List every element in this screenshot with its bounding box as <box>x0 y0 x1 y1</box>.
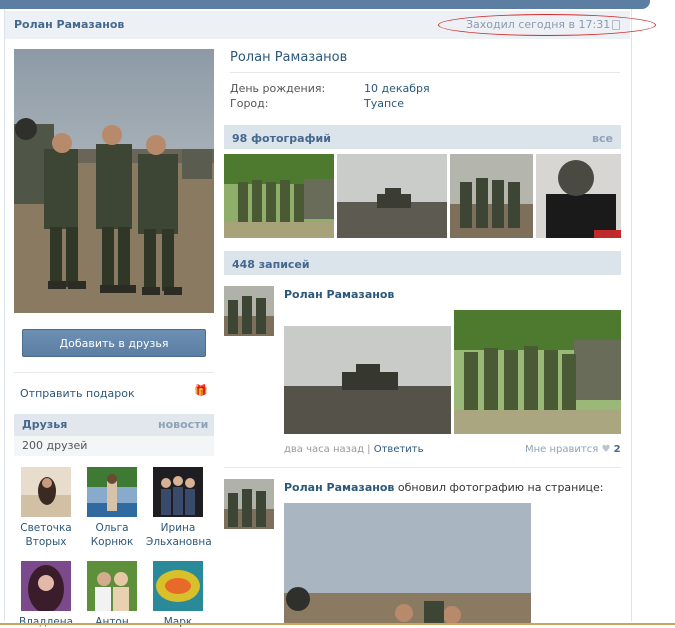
friend-last-name[interactable]: Вторых <box>14 535 78 549</box>
bottom-border <box>0 623 675 625</box>
divider <box>230 72 620 73</box>
like-count: 2 <box>613 444 621 455</box>
friend-avatar[interactable] <box>87 467 137 517</box>
friend-item[interactable]: Владлена <box>14 561 78 628</box>
friend-last-name[interactable]: Эльхановна <box>146 535 212 549</box>
post-photo[interactable] <box>284 326 451 434</box>
friend-item[interactable]: Ирина Эльхановна <box>146 467 212 549</box>
like-button[interactable]: Мне нравится ♥ 2 <box>525 444 621 455</box>
friend-first-name[interactable]: Марк <box>146 615 210 628</box>
post-time[interactable]: два часа назад <box>284 444 364 455</box>
post-photo[interactable] <box>454 310 621 434</box>
header-user-name: Ролан Рамазанов <box>14 18 125 31</box>
friend-first-name[interactable]: Ольга <box>80 521 144 535</box>
friend-first-name[interactable]: Светочка <box>14 521 78 535</box>
send-gift-link[interactable]: Отправить подарок <box>20 387 135 400</box>
profile-photo[interactable] <box>14 49 214 313</box>
friends-title-link[interactable]: Друзья <box>22 418 67 431</box>
annotation-ellipse <box>438 14 656 36</box>
birthday-value[interactable]: 10 декабря <box>364 82 430 95</box>
friend-avatar[interactable] <box>21 561 71 611</box>
post-author-avatar[interactable] <box>224 479 274 529</box>
post-author-name[interactable]: Ролан Рамазанов <box>284 288 394 301</box>
city-value[interactable]: Туапсе <box>364 97 404 110</box>
heart-icon: ♥ <box>601 444 611 455</box>
photo-thumb[interactable] <box>450 154 533 238</box>
photos-all-link[interactable]: все <box>592 132 613 145</box>
friends-count: 200 друзей <box>22 439 88 452</box>
top-navbar <box>0 0 650 9</box>
reply-link[interactable]: Ответить <box>374 444 424 455</box>
friend-first-name[interactable]: Ирина <box>146 521 210 535</box>
friend-avatar[interactable] <box>21 467 71 517</box>
profile-name: Ролан Рамазанов <box>230 50 348 65</box>
post-author-name[interactable]: Ролан Рамазанов <box>284 481 394 494</box>
wall-title[interactable]: 448 записей <box>232 258 310 271</box>
divider <box>224 467 621 468</box>
friend-item[interactable]: Ольга Корнюк <box>80 467 144 549</box>
post-header: Ролан Рамазанов обновил фотографию на ст… <box>284 481 603 494</box>
divider <box>14 372 214 373</box>
post-photo[interactable] <box>284 503 531 623</box>
friend-item[interactable]: Светочка Вторых <box>14 467 78 549</box>
friend-avatar[interactable] <box>87 561 137 611</box>
friend-item[interactable]: Марк <box>146 561 210 628</box>
like-label: Мне нравится <box>525 444 599 455</box>
post-meta: два часа назад | Ответить <box>284 444 424 455</box>
friends-news-link[interactable]: новости <box>158 418 208 431</box>
photos-title[interactable]: 98 фотографий <box>232 132 331 145</box>
photo-thumb[interactable] <box>536 154 621 238</box>
city-label: Город: <box>230 97 269 110</box>
friend-first-name[interactable]: Владлена <box>14 615 78 628</box>
photo-thumb[interactable] <box>224 154 334 238</box>
birthday-label: День рождения: <box>230 82 326 95</box>
friend-avatar[interactable] <box>153 561 203 611</box>
friend-item[interactable]: Антон <box>80 561 144 628</box>
post-text: обновил фотографию на странице: <box>397 481 604 494</box>
gift-icon: 🎁 <box>194 384 208 397</box>
friend-first-name[interactable]: Антон <box>80 615 144 628</box>
friend-avatar[interactable] <box>153 467 203 517</box>
photo-thumb[interactable] <box>337 154 447 238</box>
post-author-avatar[interactable] <box>224 286 274 336</box>
friend-last-name[interactable]: Корнюк <box>80 535 144 549</box>
add-friend-button[interactable]: Добавить в друзья <box>22 329 206 357</box>
